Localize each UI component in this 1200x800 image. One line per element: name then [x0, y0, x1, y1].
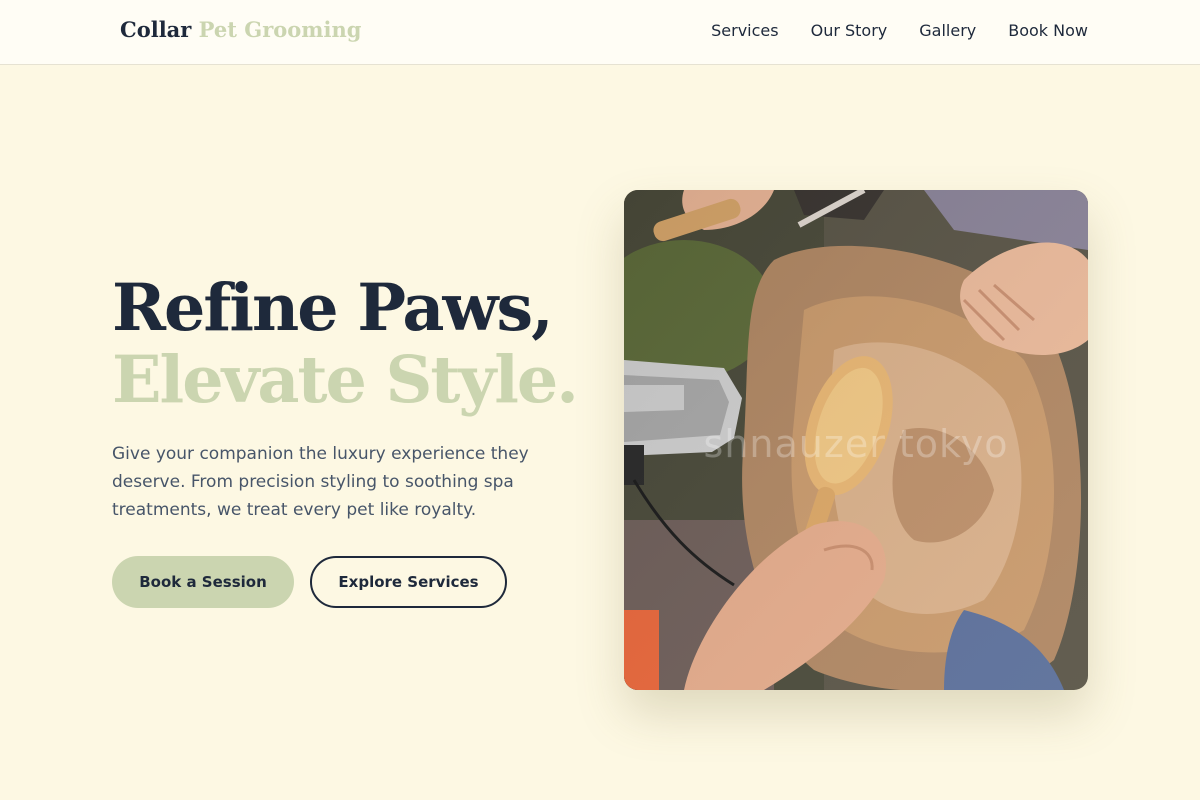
- hero-headline-line2: Elevate Style.: [112, 342, 579, 418]
- book-session-button[interactable]: Book a Session: [112, 556, 294, 608]
- hero-headline-line1: Refine Paws,: [112, 270, 554, 346]
- hero-image: shnauzer tokyo: [624, 190, 1088, 690]
- hero-cta-row: Book a Session Explore Services: [112, 556, 507, 608]
- nav-menu: Services Our Story Gallery Book Now: [711, 21, 1088, 40]
- brand-name-part1: Collar: [120, 17, 192, 42]
- hero-description: Give your companion the luxury experienc…: [112, 444, 529, 520]
- hero-headline: Refine Paws, Elevate Style.: [112, 270, 579, 418]
- nav-link-gallery[interactable]: Gallery: [919, 21, 976, 40]
- nav-link-our-story[interactable]: Our Story: [811, 21, 888, 40]
- nav-link-book-now[interactable]: Book Now: [1008, 21, 1088, 40]
- explore-services-button[interactable]: Explore Services: [310, 556, 507, 608]
- nav-link-services[interactable]: Services: [711, 21, 778, 40]
- brand-name-part2: Pet Grooming: [198, 17, 362, 42]
- brand-logo[interactable]: Collar Pet Grooming: [120, 17, 361, 42]
- hero-text-block: Refine Paws, Elevate Style.: [112, 270, 579, 418]
- navbar: Collar Pet Grooming Services Our Story G…: [0, 0, 1200, 65]
- image-watermark: shnauzer tokyo: [703, 422, 1009, 466]
